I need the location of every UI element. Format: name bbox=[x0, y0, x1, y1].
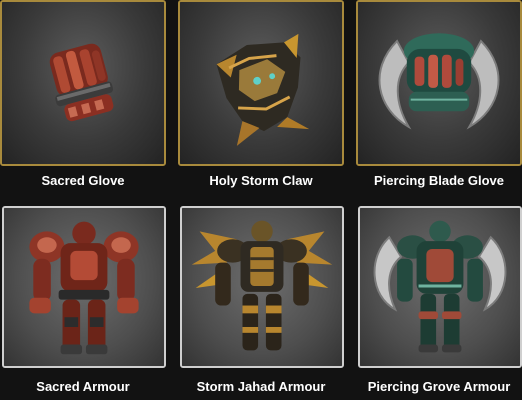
item-name: Piercing Blade Glove bbox=[373, 173, 505, 188]
item-image-frame[interactable] bbox=[2, 206, 166, 368]
item-name: Storm Jahad Armour bbox=[196, 379, 326, 394]
item-name: Sacred Glove bbox=[41, 173, 125, 188]
item-name: Holy Storm Claw bbox=[209, 173, 313, 188]
item-name: Piercing Grove Armour bbox=[367, 379, 511, 394]
item-image-frame[interactable] bbox=[356, 0, 522, 166]
piercing-grove-armour-icon bbox=[373, 220, 507, 353]
storm-jahad-armour-icon bbox=[191, 220, 333, 351]
item-name: Sacred Armour bbox=[36, 379, 130, 394]
item-image-frame[interactable] bbox=[180, 206, 344, 368]
item-image-frame[interactable] bbox=[178, 0, 344, 166]
item-grid: Sacred Glove Holy Storm Claw Piercing Bl… bbox=[0, 0, 522, 400]
sacred-armour-icon bbox=[29, 221, 139, 355]
item-image-frame[interactable] bbox=[0, 0, 166, 166]
item-image-frame[interactable] bbox=[358, 206, 522, 368]
piercing-blade-glove-icon bbox=[378, 33, 500, 130]
sacred-glove-icon bbox=[49, 43, 114, 122]
holy-storm-claw-icon bbox=[216, 33, 310, 146]
